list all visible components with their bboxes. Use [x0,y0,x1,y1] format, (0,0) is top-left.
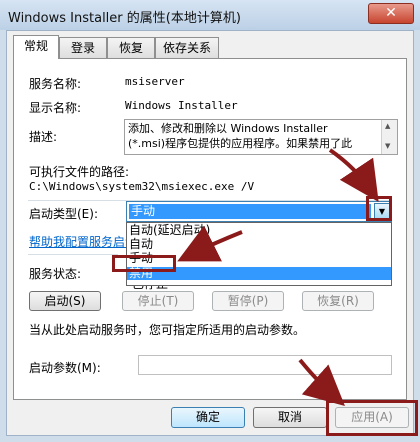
service-name-label: 服务名称: [29,77,82,91]
dropdown-option-auto-delayed[interactable]: 自动(延迟启动) [127,224,397,237]
startup-type-combo[interactable]: 手动 ▼ [126,201,392,222]
help-link[interactable]: 帮助我配置服务启动 [29,233,137,250]
tab-logon[interactable]: 登录 [59,37,107,58]
start-params-label: 启动参数(M): [29,361,101,375]
tab-dependencies[interactable]: 依存关系 [155,37,219,58]
display-name-value: Windows Installer [125,99,238,112]
scroll-up-icon[interactable]: ▲ [385,122,390,130]
service-name-value: msiserver [125,75,185,88]
dialog-client: 常规 登录 恢复 依存关系 服务名称: msiserver 显示名称: Wind… [6,30,414,436]
description-scrollbar[interactable]: ▲ ▼ [381,120,397,154]
close-button[interactable]: ✕ [368,3,414,24]
ok-button[interactable]: 确定 [171,407,245,428]
resume-button[interactable]: 恢复(R) [302,291,374,311]
exe-path-label: 可执行文件的路径: [29,165,130,179]
description-label: 描述: [29,130,58,144]
start-params-input[interactable] [138,355,392,375]
annotation-highlight-apply-button [326,400,418,436]
scroll-down-icon[interactable]: ▼ [385,142,390,150]
display-name-label: 显示名称: [29,101,82,115]
tab-recovery[interactable]: 恢复 [107,37,155,58]
annotation-highlight-combo-button [366,196,392,221]
startup-type-dropdown: 自动(延迟启动) 自动 手动 禁用 [126,222,392,286]
window-title: Windows Installer 的属性(本地计算机) [8,11,241,26]
pause-button[interactable]: 暂停(P) [212,291,284,311]
cancel-button[interactable]: 取消 [253,407,327,428]
startup-type-value: 手动 [129,204,371,219]
status-label: 服务状态: [29,267,82,281]
description-box[interactable]: 添加、修改和删除以 Windows Installer (*.msi)程序包提供… [124,119,398,155]
title-bar: Windows Installer 的属性(本地计算机) ✕ [0,0,420,30]
separator [28,254,118,255]
close-icon: ✕ [385,5,397,21]
dropdown-option-auto[interactable]: 自动 [127,238,397,251]
annotation-highlight-disabled-option [112,255,176,272]
stop-button[interactable]: 停止(T) [122,291,194,311]
start-button[interactable]: 启动(S) [29,291,101,311]
tab-general[interactable]: 常规 [13,35,59,59]
general-panel: 服务名称: msiserver 显示名称: Windows Installer … [13,58,407,400]
exe-path-value: C:\Windows\system32\msiexec.exe /V [29,180,255,193]
description-text: 添加、修改和删除以 Windows Installer (*.msi)程序包提供… [128,122,353,150]
startup-hint: 当从此处启动服务时，您可指定所适用的启动参数。 [29,323,306,337]
startup-type-label: 启动类型(E): [29,207,98,221]
